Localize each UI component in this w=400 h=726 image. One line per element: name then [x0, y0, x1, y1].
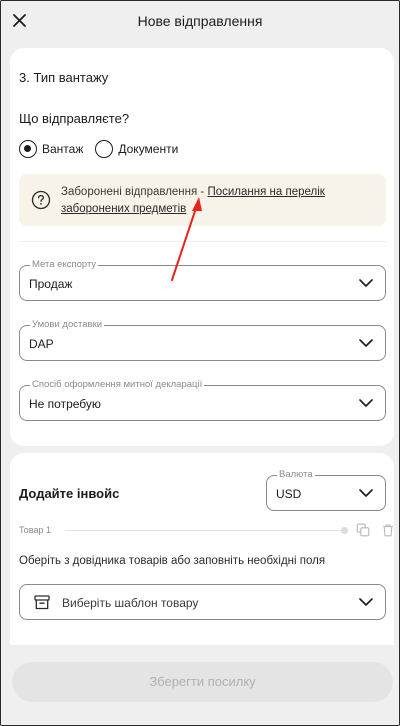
page-title: Нове відправлення	[137, 13, 263, 29]
copy-icon[interactable]	[356, 523, 370, 537]
footer: Зберегти посилку	[1, 645, 399, 725]
question-label: Що відправляєте?	[19, 111, 130, 126]
item-label: Товар 1	[19, 525, 51, 535]
delivery-terms-value: DAP	[29, 337, 54, 351]
divider	[19, 241, 386, 242]
chevron-down-icon[interactable]	[359, 398, 373, 408]
customs-method-value: Не потребую	[29, 397, 101, 411]
delivery-terms-label: Умови доставки	[30, 319, 105, 331]
currency-label: Валюта	[277, 469, 315, 481]
archive-box-icon	[34, 595, 50, 610]
currency-select[interactable]: Валюта USD	[266, 469, 386, 511]
item-divider	[65, 530, 347, 531]
radio-documents-circle[interactable]	[95, 140, 114, 158]
cargo-type-card: 3. Тип вантажу Що відправляєте? Вантаж Д…	[10, 48, 394, 446]
item-hint: Оберіть з довідника товарів або заповніт…	[19, 555, 326, 567]
radio-documents-label[interactable]: Документи	[118, 142, 178, 156]
export-purpose-value: Продаж	[29, 277, 73, 291]
app-frame: Нове відправлення 3. Тип вантажу Що відп…	[0, 0, 400, 726]
radio-cargo-label[interactable]: Вантаж	[42, 142, 83, 156]
chevron-down-icon[interactable]	[359, 278, 373, 288]
delivery-terms-select[interactable]: Умови доставки DAP	[19, 319, 386, 361]
prohibited-items-notice: Заборонені відправлення - Посилання на п…	[19, 174, 386, 226]
currency-value: USD	[276, 487, 302, 501]
export-purpose-label: Мета експорту	[30, 259, 99, 271]
item-dot	[341, 527, 348, 534]
header: Нове відправлення	[1, 1, 399, 43]
radio-documents[interactable]: Документи	[95, 140, 178, 158]
trash-icon[interactable]	[381, 523, 395, 537]
radio-cargo[interactable]: Вантаж	[19, 140, 83, 158]
item-row: Товар 1	[19, 523, 393, 539]
notice-text: Заборонені відправлення - Посилання на п…	[61, 184, 377, 218]
cargo-type-radio-group: Вантаж Документи	[19, 139, 190, 159]
customs-method-select[interactable]: Спосіб оформлення митної декларації Не п…	[19, 379, 386, 421]
section-title: 3. Тип вантажу	[19, 70, 109, 85]
chevron-down-icon[interactable]	[359, 597, 373, 607]
product-template-placeholder: Виберіть шаблон товару	[62, 596, 199, 610]
radio-cargo-circle[interactable]	[19, 140, 37, 158]
invoice-title: Додайте інвойс	[19, 486, 120, 501]
notice-prefix: Заборонені відправлення -	[61, 186, 208, 198]
chevron-down-icon[interactable]	[359, 338, 373, 348]
save-parcel-button[interactable]: Зберегти посилку	[12, 662, 393, 702]
export-purpose-select[interactable]: Мета експорту Продаж	[19, 259, 386, 301]
question-circle-icon	[31, 190, 51, 210]
product-template-select[interactable]: Виберіть шаблон товару	[19, 584, 386, 620]
customs-method-label: Спосіб оформлення митної декларації	[30, 379, 205, 391]
chevron-down-icon[interactable]	[359, 488, 373, 498]
